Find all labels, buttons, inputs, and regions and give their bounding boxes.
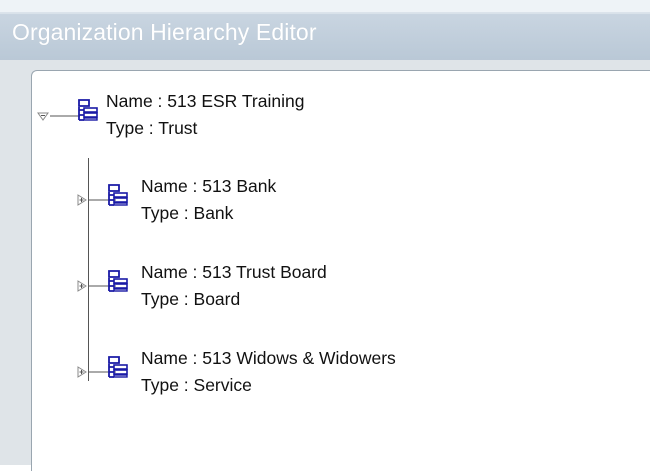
tree-node-child[interactable]: Name : 513 Widows & Widowers Type : Serv… bbox=[141, 345, 396, 399]
expand-toggle-icon[interactable] bbox=[76, 194, 88, 206]
window-title: Organization Hierarchy Editor bbox=[12, 19, 317, 45]
org-hierarchy-icon bbox=[108, 356, 128, 378]
tree-node-root[interactable]: Name : 513 ESR Training Type : Trust bbox=[106, 88, 304, 142]
node-type: Type : Service bbox=[141, 375, 252, 395]
tree-node-child[interactable]: Name : 513 Bank Type : Bank bbox=[141, 173, 276, 227]
tree-node-child[interactable]: Name : 513 Trust Board Type : Board bbox=[141, 259, 327, 313]
node-type: Type : Board bbox=[141, 289, 241, 309]
node-type: Type : Trust bbox=[106, 118, 198, 138]
node-name: Name : 513 Widows & Widowers bbox=[141, 348, 396, 368]
expand-toggle-icon[interactable] bbox=[76, 366, 88, 378]
node-type: Type : Bank bbox=[141, 203, 234, 223]
expand-toggle-icon[interactable] bbox=[76, 280, 88, 292]
node-name: Name : 513 ESR Training bbox=[106, 91, 305, 111]
org-hierarchy-icon bbox=[108, 184, 128, 206]
org-hierarchy-icon bbox=[78, 99, 98, 121]
node-name: Name : 513 Bank bbox=[141, 176, 277, 196]
tree-connector-line bbox=[88, 158, 89, 381]
org-hierarchy-icon bbox=[108, 270, 128, 292]
collapse-toggle-icon[interactable] bbox=[37, 110, 49, 122]
node-name: Name : 513 Trust Board bbox=[141, 262, 327, 282]
window-title-bar: Organization Hierarchy Editor bbox=[0, 0, 650, 61]
toggle-connector-line bbox=[50, 115, 80, 117]
